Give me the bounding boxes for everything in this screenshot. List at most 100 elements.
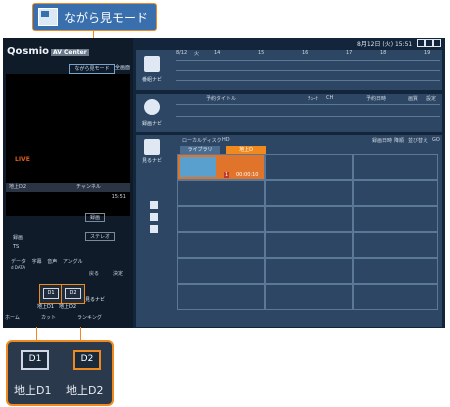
divider: [176, 60, 440, 61]
data-sub: d DATA: [11, 265, 26, 270]
col-title: 予約タイトル: [206, 96, 237, 102]
hour-15: 15: [258, 50, 265, 56]
av-center-window: Qosmio AV Center ながら見モード 全画面 LIVE 地上D2 チャン…: [3, 38, 445, 328]
d-button-callout: D1 D2 地上D1 地上D2: [6, 340, 114, 406]
d1-button[interactable]: D1: [39, 284, 63, 304]
grid-cell[interactable]: [265, 180, 353, 206]
grid-cell[interactable]: [353, 284, 438, 310]
back-button[interactable]: 戻る: [89, 270, 99, 277]
grid-icon[interactable]: [144, 56, 160, 72]
record-button[interactable]: 録画: [85, 213, 106, 222]
divider: [176, 80, 440, 81]
hour-17: 17: [346, 50, 353, 56]
close-icon[interactable]: [433, 39, 441, 47]
label-rec: 録画: [13, 235, 24, 241]
grid-cell[interactable]: [353, 180, 438, 206]
program-navi-label[interactable]: 番組ナビ: [137, 76, 167, 83]
callout-line: [80, 327, 81, 340]
callout-d2-icon: D2: [73, 350, 101, 370]
logo-text: Qosmio: [7, 46, 50, 57]
fullscreen-button[interactable]: 全画面: [115, 64, 130, 71]
d2-icon: D2: [65, 288, 81, 299]
timeline-day: 火: [194, 51, 200, 57]
d1-label: 地上D1: [37, 304, 55, 310]
grid-cell[interactable]: [177, 258, 265, 284]
player-panel: Qosmio AV Center ながら見モード 全画面 LIVE 地上D2 チャン…: [3, 38, 133, 328]
col-tuner: ﾁｭｰﾅ: [308, 96, 319, 102]
window-icon: [38, 8, 58, 26]
logo-badge: AV Center: [51, 49, 89, 56]
label-audio[interactable]: 音声: [47, 259, 57, 265]
grid-cell[interactable]: [265, 284, 353, 310]
grid-cell[interactable]: [265, 232, 353, 258]
timeline-date: 8/12: [176, 50, 188, 56]
grid-cell[interactable]: [353, 232, 438, 258]
sort-order[interactable]: 降順: [394, 137, 404, 144]
callout-d1-label: 地上D1: [14, 384, 52, 397]
col-settings: 設定: [426, 96, 437, 102]
grid-cell[interactable]: [265, 154, 353, 180]
source-label[interactable]: ローカルディスク: [182, 137, 222, 144]
view-icon[interactable]: [150, 201, 158, 209]
hour-19: 19: [424, 50, 431, 56]
record-navi-label[interactable]: 録画ナビ: [137, 120, 167, 127]
grid-cell[interactable]: [353, 258, 438, 284]
grid-cell[interactable]: [177, 206, 265, 232]
grid-cell[interactable]: [265, 258, 353, 284]
tab-library[interactable]: ライブラリ: [180, 146, 220, 154]
music-icon[interactable]: [150, 225, 158, 233]
label-ts[interactable]: TS: [13, 244, 19, 250]
help-icon[interactable]: [417, 39, 425, 47]
d1-icon: D1: [43, 288, 59, 299]
grid-cell[interactable]: [177, 284, 265, 310]
label-jimaku[interactable]: 字幕: [32, 259, 42, 265]
grid-cell[interactable]: [353, 154, 438, 180]
record-navi-section: 録画ナビ 予約タイトル ﾁｭｰﾅ CH 予約日時 画質 設定: [136, 94, 442, 132]
tab-chijou-d[interactable]: 地上D: [226, 146, 266, 154]
tuner-select[interactable]: 地上D2 チャンネル: [6, 183, 130, 192]
col-quality: 画質: [408, 96, 419, 102]
d2-button[interactable]: D2: [61, 284, 85, 304]
callout-line: [36, 327, 37, 340]
program-navi-section: 番組ナビ 8/12 火 14 15 16 17 18 19: [136, 50, 442, 90]
nagara-mode-callout-label: ながら見モード: [64, 10, 149, 25]
home-button[interactable]: ホーム: [5, 314, 20, 321]
col-ch: CH: [326, 95, 334, 101]
callout-d2-button: D2: [72, 348, 102, 372]
mode-buttons: 録画ステレオ: [83, 204, 133, 242]
stereo-button[interactable]: ステレオ: [85, 232, 116, 241]
label-angle[interactable]: アングル: [63, 259, 83, 265]
grid-cell[interactable]: [177, 180, 265, 206]
callout-d1-icon: D1: [21, 350, 49, 370]
datetime: 8月12日 (火) 15:51: [357, 41, 413, 48]
callout-d2-label: 地上D2: [66, 384, 104, 397]
grid-cell[interactable]: [177, 232, 265, 258]
grid-cell[interactable]: [353, 206, 438, 232]
clock-text: 15:51: [111, 194, 126, 200]
disc-icon[interactable]: [144, 99, 160, 115]
hour-14: 14: [214, 50, 221, 56]
go-button[interactable]: GO: [432, 137, 440, 143]
sort-button[interactable]: 並び替え: [408, 137, 428, 144]
live-indicator: LIVE: [15, 156, 30, 163]
ranking-button[interactable]: ランキング: [77, 314, 102, 321]
nagara-mode-button[interactable]: ながら見モード: [69, 64, 115, 74]
minimize-icon[interactable]: [425, 39, 433, 47]
qosmio-logo: Qosmio AV Center: [7, 46, 89, 57]
tuner-channel: 地上D2: [9, 184, 27, 190]
camera-icon[interactable]: [150, 213, 158, 221]
divider: [176, 104, 440, 105]
d2-label: 地上D2: [59, 304, 77, 310]
cut-button[interactable]: カット: [41, 314, 56, 321]
enter-button[interactable]: 決定: [113, 270, 123, 277]
divider: [176, 70, 440, 71]
watch-navi-label[interactable]: 見るナビ: [137, 157, 167, 164]
remote-labels: データ 字幕 音声 アングル: [11, 258, 83, 265]
watch-navi-label[interactable]: 見るナビ: [85, 296, 105, 303]
nagara-mode-callout: ながら見モード: [32, 3, 157, 31]
grid-cell-selected[interactable]: 00:00:10 1: [177, 154, 265, 180]
thumb-ch: 1: [224, 172, 230, 178]
grid-cell[interactable]: [265, 206, 353, 232]
book-icon[interactable]: [144, 139, 160, 155]
navi-panel: 8月12日 (火) 15:51 番組ナビ 8/12 火 14 15 16 17 …: [133, 38, 445, 328]
